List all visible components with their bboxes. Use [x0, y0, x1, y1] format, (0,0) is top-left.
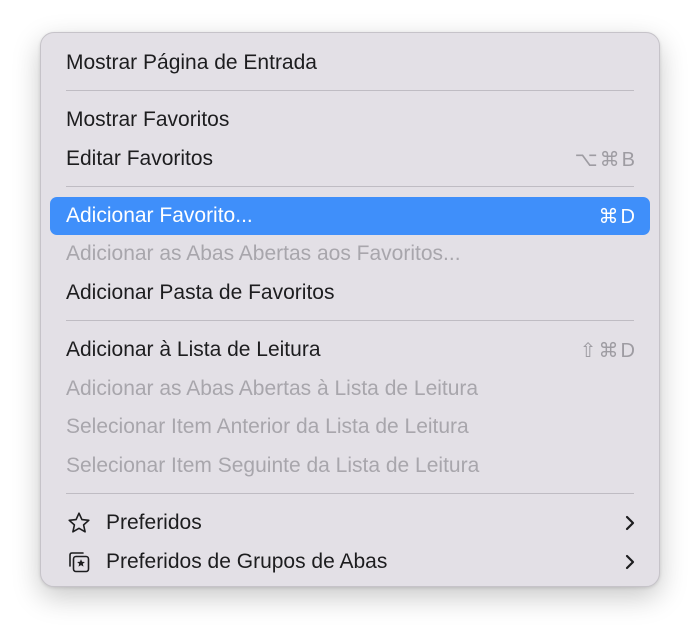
chevron-right-icon [623, 553, 637, 571]
menu-item-label: Adicionar à Lista de Leitura [66, 338, 321, 361]
menu-item-label: Adicionar as Abas Abertas aos Favoritos.… [66, 242, 461, 265]
menu-item-label: Preferidos [106, 511, 202, 534]
menu-item-add-to-reading-list[interactable]: Adicionar à Lista de Leitura ⇧⌘D [50, 331, 650, 369]
star-icon [66, 510, 92, 536]
menu-item-label: Selecionar Item Anterior da Lista de Lei… [66, 415, 469, 438]
keyboard-shortcut: ⌥⌘B [574, 148, 637, 171]
keyboard-shortcut: ⌘D [598, 205, 637, 228]
menu-item-label: Editar Favoritos [66, 147, 214, 170]
keyboard-shortcut: ⇧⌘D [579, 339, 637, 362]
menu-separator [66, 493, 634, 494]
menu-item-show-start-page[interactable]: Mostrar Página de Entrada [50, 44, 650, 82]
menu-item-add-open-tabs-to-reading-list: Adicionar as Abas Abertas à Lista de Lei… [50, 370, 650, 408]
menu-item-label: Selecionar Item Seguinte da Lista de Lei… [66, 454, 480, 477]
menu-item-add-favorites-folder[interactable]: Adicionar Pasta de Favoritos [50, 274, 650, 312]
menu-item-edit-favorites[interactable]: Editar Favoritos ⌥⌘B [50, 140, 650, 178]
menu-item-preferred-tab-groups[interactable]: Preferidos de Grupos de Abas [50, 543, 650, 581]
menu-item-add-favorite[interactable]: Adicionar Favorito... ⌘D [50, 197, 650, 235]
menu-item-select-next-reading-item: Selecionar Item Seguinte da Lista de Lei… [50, 447, 650, 485]
menu-separator [66, 90, 634, 91]
tab-group-star-icon [66, 549, 92, 575]
menu-item-select-previous-reading-item: Selecionar Item Anterior da Lista de Lei… [50, 408, 650, 446]
menu-item-label: Adicionar Favorito... [66, 204, 253, 227]
menu-item-label: Preferidos de Grupos de Abas [106, 550, 388, 573]
menu-item-label: Mostrar Página de Entrada [66, 51, 317, 74]
menu-item-show-favorites[interactable]: Mostrar Favoritos [50, 101, 650, 139]
menu-item-label: Adicionar Pasta de Favoritos [66, 281, 335, 304]
menu-separator [66, 186, 634, 187]
menu-separator [66, 320, 634, 321]
bookmarks-menu: Mostrar Página de Entrada Mostrar Favori… [40, 32, 660, 587]
menu-item-label: Adicionar as Abas Abertas à Lista de Lei… [66, 377, 479, 400]
menu-item-label: Mostrar Favoritos [66, 108, 230, 131]
menu-item-add-open-tabs-to-favorites: Adicionar as Abas Abertas aos Favoritos.… [50, 235, 650, 273]
chevron-right-icon [623, 514, 637, 532]
menu-item-preferred[interactable]: Preferidos [50, 504, 650, 542]
